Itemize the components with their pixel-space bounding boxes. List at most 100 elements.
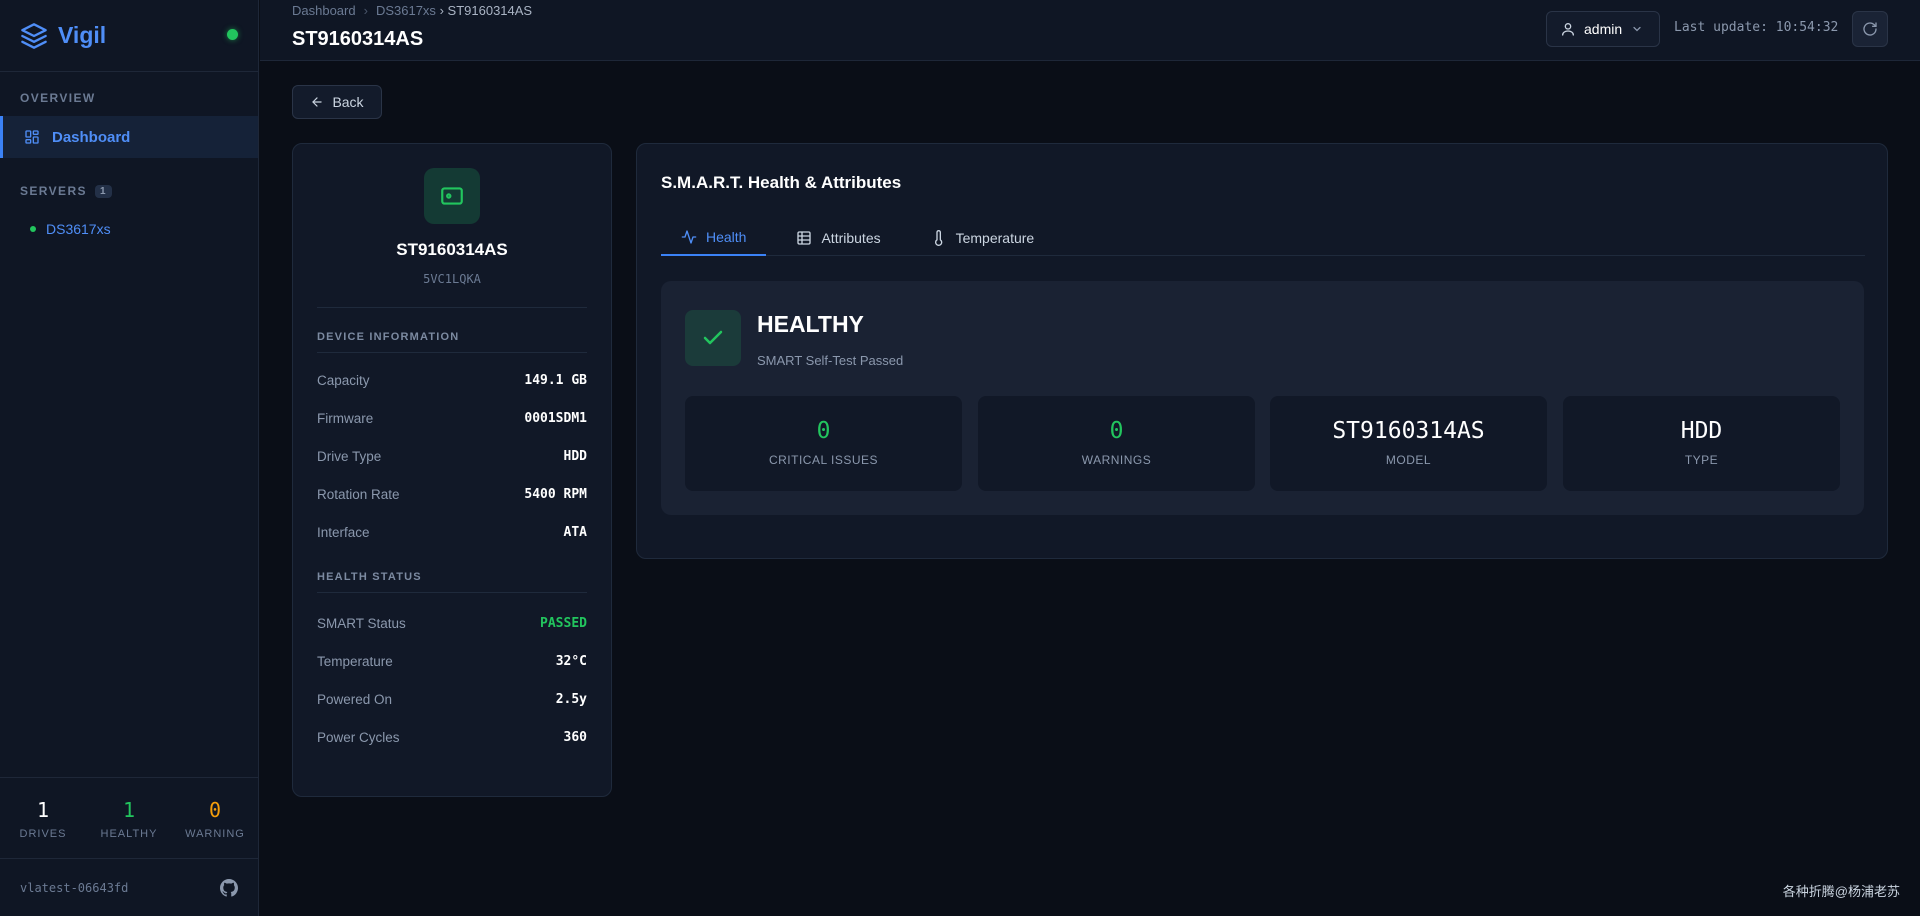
check-icon — [703, 330, 723, 345]
card-label: TYPE — [1684, 453, 1719, 467]
back-button[interactable]: Back — [292, 85, 382, 119]
tab-attributes[interactable]: Attributes — [776, 220, 900, 256]
info-key: Drive Type — [317, 448, 382, 464]
info-value: 5400 RPM — [524, 486, 587, 502]
health-key: SMART Status — [317, 615, 406, 631]
info-row-interface: Interface ATA — [317, 513, 587, 551]
info-value: HDD — [563, 448, 587, 464]
layers-logo-icon — [21, 22, 47, 49]
health-key: Powered On — [317, 691, 393, 707]
sidebar-item-dashboard[interactable]: Dashboard — [0, 116, 258, 158]
health-value: 32°C — [555, 653, 587, 669]
info-key: Capacity — [317, 372, 370, 388]
health-status-subtitle: SMART Self-Test Passed — [757, 353, 904, 368]
table-icon — [797, 231, 812, 245]
card-value: 0 — [816, 418, 831, 444]
warnings-card: 0 WARNINGS — [978, 396, 1255, 491]
health-summary: HEALTHY SMART Self-Test Passed 0 CRITICA… — [661, 281, 1864, 515]
dashboard-grid-icon — [25, 130, 39, 144]
tab-label: Health — [706, 229, 747, 245]
card-label: WARNINGS — [1081, 453, 1152, 467]
health-status-heading: HEALTH STATUS — [317, 571, 587, 593]
info-value: 149.1 GB — [524, 372, 587, 388]
info-key: Firmware — [317, 410, 374, 426]
activity-icon — [681, 230, 697, 244]
brand[interactable]: Vigil — [0, 0, 258, 72]
servers-count-badge: 1 — [94, 184, 112, 198]
tab-label: Attributes — [821, 230, 881, 246]
device-information-heading: DEVICE INFORMATION — [317, 331, 587, 353]
card-label: CRITICAL ISSUES — [768, 453, 879, 467]
chevron-down-icon — [1633, 26, 1641, 32]
info-row-capacity: Capacity 149.1 GB — [317, 361, 587, 399]
drive-icon-box — [424, 168, 480, 224]
sidebar-server-ds3617xs[interactable]: DS3617xs — [30, 221, 111, 237]
health-key: Temperature — [317, 653, 393, 669]
smart-tabs: Health Attributes Temperature — [661, 220, 1865, 256]
health-row-powered-on: Powered On 2.5y — [317, 680, 587, 718]
model-card: ST9160314AS MODEL — [1270, 396, 1547, 491]
stat-healthy: 1 HEALTHY — [94, 798, 164, 857]
smart-panel: S.M.A.R.T. Health & Attributes Health At… — [636, 143, 1888, 559]
info-value: ATA — [563, 524, 587, 540]
server-name: DS3617xs — [46, 221, 111, 237]
arrow-left-icon — [312, 97, 323, 107]
refresh-button[interactable] — [1852, 11, 1888, 47]
info-key: Rotation Rate — [317, 486, 400, 502]
stat-label: DRIVES — [19, 828, 67, 840]
info-value: 0001SDM1 — [524, 410, 587, 426]
connection-status-dot — [227, 29, 238, 40]
github-icon[interactable] — [220, 878, 238, 897]
stat-label: HEALTHY — [100, 828, 158, 840]
device-name: ST9160314AS — [396, 240, 508, 259]
info-key: Interface — [317, 524, 370, 540]
refresh-icon — [1863, 22, 1877, 36]
critical-issues-card: 0 CRITICAL ISSUES — [685, 396, 962, 491]
health-status-title: HEALTHY — [757, 311, 864, 337]
health-value: 2.5y — [555, 691, 587, 707]
stat-value: 1 — [36, 798, 50, 822]
tab-temperature[interactable]: Temperature — [911, 220, 1055, 256]
health-check-box — [685, 310, 741, 366]
card-label: MODEL — [1385, 453, 1432, 467]
breadcrumb: Dashboard › DS3617xs › ST9160314AS — [292, 3, 532, 18]
app-name: Vigil — [58, 22, 107, 48]
health-value: 360 — [563, 729, 587, 745]
breadcrumb-current: ST9160314AS — [447, 3, 533, 18]
watermark-text: 各种折腾@杨浦老苏 — [1782, 884, 1900, 899]
health-row-temperature: Temperature 32°C — [317, 642, 587, 680]
health-key: Power Cycles — [317, 729, 400, 745]
health-row-power-cycles: Power Cycles 360 — [317, 718, 587, 756]
user-menu-button[interactable]: admin — [1546, 11, 1660, 47]
tab-health[interactable]: Health — [661, 220, 767, 256]
overview-section-label: OVERVIEW — [20, 91, 96, 105]
user-name: admin — [1584, 21, 1623, 37]
stat-value: 1 — [122, 798, 136, 822]
user-icon — [1562, 23, 1574, 36]
info-row-rotation-rate: Rotation Rate 5400 RPM — [317, 475, 587, 513]
card-value: ST9160314AS — [1332, 418, 1485, 444]
card-value: 0 — [1109, 418, 1124, 444]
hard-drive-icon — [441, 187, 463, 205]
stat-drives: 1 DRIVES — [8, 798, 78, 857]
breadcrumb-server[interactable]: DS3617xs — [376, 3, 436, 18]
page-title: ST9160314AS — [292, 28, 424, 50]
card-value: HDD — [1680, 418, 1723, 444]
breadcrumb-separator: › — [363, 3, 368, 18]
device-serial: 5VC1LQKA — [423, 272, 481, 286]
sidebar-footer: vlatest-06643fd — [0, 858, 258, 916]
tab-label: Temperature — [955, 230, 1035, 246]
sidebar: Vigil OVERVIEW Dashboard SERVERS 1 DS361… — [0, 0, 259, 916]
back-label: Back — [332, 94, 364, 110]
breadcrumb-dashboard[interactable]: Dashboard — [292, 3, 356, 18]
type-card: HDD TYPE — [1563, 396, 1840, 491]
stat-label: WARNING — [185, 828, 245, 840]
app-version: vlatest-06643fd — [20, 880, 129, 895]
smart-panel-title: S.M.A.R.T. Health & Attributes — [661, 173, 902, 192]
servers-section-label: SERVERS 1 — [0, 184, 132, 198]
health-value: PASSED — [540, 615, 587, 631]
info-row-firmware: Firmware 0001SDM1 — [317, 399, 587, 437]
server-status-dot — [30, 226, 36, 232]
info-row-drive-type: Drive Type HDD — [317, 437, 587, 475]
stat-value: 0 — [208, 798, 222, 822]
